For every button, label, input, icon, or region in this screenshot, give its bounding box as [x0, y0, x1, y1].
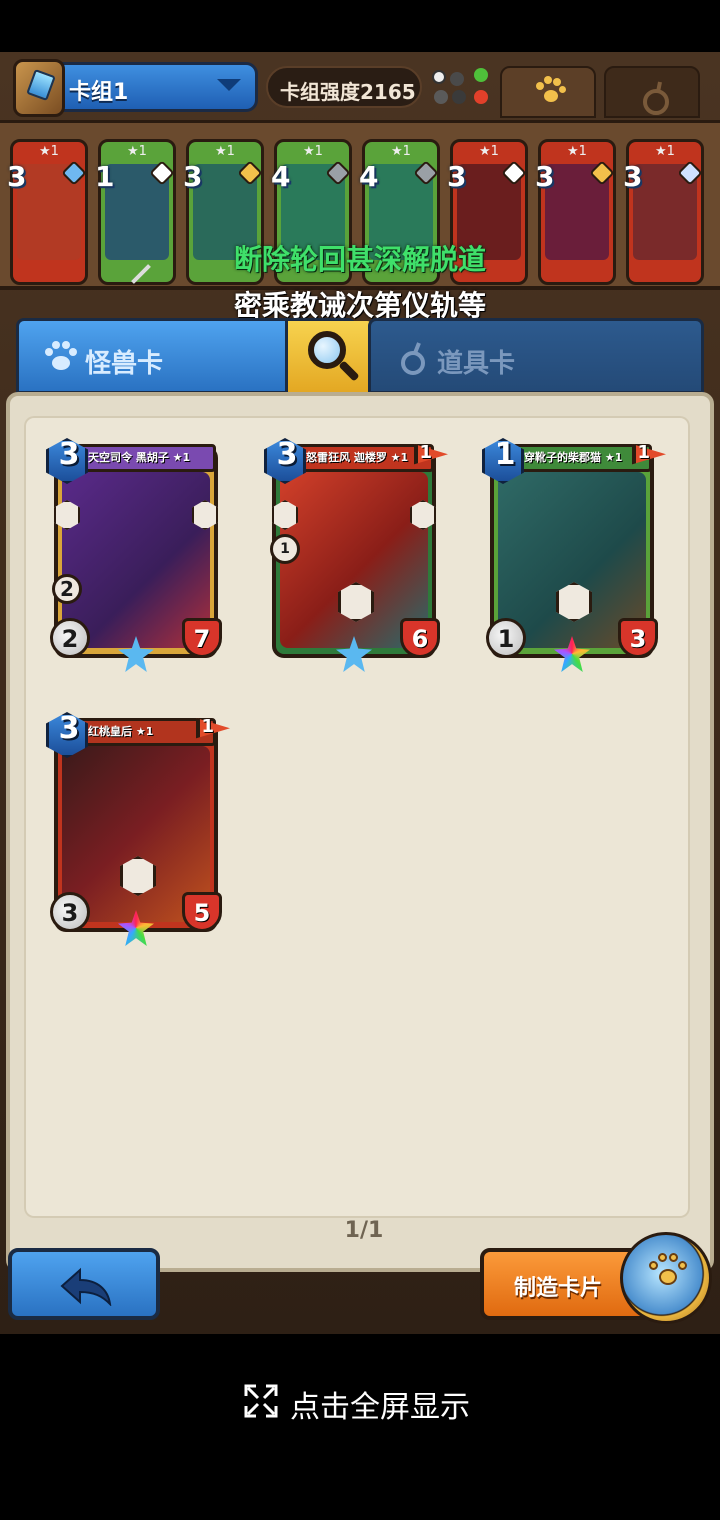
card-name: 红桃皇后 ★1: [88, 725, 154, 738]
deck-book-icon: [13, 59, 65, 117]
flag-value: 1: [201, 716, 214, 737]
card-name: 天空司令 黑胡子 ★1: [88, 451, 191, 464]
tab-monster-cards[interactable]: 怪兽卡: [16, 318, 373, 394]
health-value: 3: [629, 625, 647, 653]
shadow-icon: [450, 72, 464, 86]
element-filter-icons[interactable]: [428, 68, 498, 108]
paw-icon: [649, 1253, 689, 1291]
card-cost: 3: [447, 160, 467, 193]
monster-card[interactable]: 怒雷狂风 迦楼罗 ★1 3 1 1 6: [264, 438, 448, 672]
card-stars: ★1: [303, 144, 323, 159]
health-stat: 6: [400, 618, 440, 658]
card-cost: 3: [183, 160, 203, 193]
subtitle-line-1: 断除轮回甚深解脱道: [233, 243, 486, 276]
deck-strength-badge: 卡组强度2165: [266, 66, 422, 108]
card-cost: 4: [359, 160, 379, 193]
card-cost: 3: [535, 160, 555, 193]
attack-value: 2: [61, 625, 79, 653]
make-card-label: 制造卡片: [514, 1276, 603, 1301]
attack-stat: 1: [486, 618, 526, 658]
card-name: 穿靴子的柴郡猫 ★1: [524, 451, 623, 464]
deck-name: 卡组1: [69, 80, 129, 105]
attack-stat: 2: [50, 618, 90, 658]
deck-selector[interactable]: 卡组1: [13, 59, 258, 117]
health-value: 7: [193, 625, 211, 653]
page-indicator: 1/1: [344, 1218, 384, 1243]
monster-card[interactable]: 红桃皇后 ★1 3 1 3 5: [46, 712, 230, 946]
tab-monster-label: 怪兽卡: [85, 349, 164, 379]
game-screen: 卡组1 卡组强度2165 ★1 3 ★1 1 ★1 3 ★1 4 ★1 4 ★1…: [0, 52, 720, 1334]
card-cost: 3: [58, 437, 80, 472]
attack-value: 1: [497, 625, 515, 653]
card-stars: ★1: [391, 144, 411, 159]
search-handle: [338, 360, 360, 382]
flag-value: 1: [637, 442, 650, 463]
card-cost: 3: [623, 160, 643, 193]
health-stat: 7: [182, 618, 222, 658]
card-stars: ★1: [215, 144, 235, 159]
chevron-down-icon: [217, 79, 241, 91]
card-cost: 4: [271, 160, 291, 193]
card-name: 怒雷狂风 迦楼罗 ★1: [306, 451, 409, 464]
paw-icon: [45, 341, 77, 370]
back-button[interactable]: [8, 1248, 160, 1320]
card-stars: ★1: [479, 144, 499, 159]
flag-value: 1: [419, 442, 432, 463]
dice-stat: 2: [52, 574, 82, 604]
paw-icon: [536, 76, 566, 106]
card-stars: ★1: [567, 144, 587, 159]
neutral-icon: [432, 70, 446, 84]
card-stars: ★1: [39, 144, 59, 159]
tab-item-deck[interactable]: [604, 66, 700, 118]
fullscreen-label[interactable]: 点击全屏显示: [290, 1382, 470, 1426]
side-stat: 1: [270, 534, 300, 564]
card-cost: 1: [494, 437, 516, 472]
dark-icon: [452, 90, 466, 104]
health-stat: 3: [618, 618, 658, 658]
tab-monster-deck[interactable]: [500, 66, 596, 118]
attack-value: 3: [61, 899, 79, 927]
health-value: 5: [193, 899, 211, 927]
monster-card[interactable]: 穿靴子的柴郡猫 ★1 1 1 1 3: [482, 438, 666, 672]
back-arrow-icon: [60, 1267, 112, 1306]
card-stars: ★1: [655, 144, 675, 159]
deck-strength: 卡组强度2165: [280, 80, 416, 104]
beast-icon: [434, 90, 448, 104]
health-stat: 5: [182, 892, 222, 932]
search-button[interactable]: [285, 321, 373, 393]
card-cost: 1: [95, 160, 115, 193]
attack-stat: 3: [50, 892, 90, 932]
health-value: 6: [411, 625, 429, 653]
potion-icon: [643, 81, 669, 115]
card-stars: ★1: [127, 144, 147, 159]
tab-item-cards[interactable]: 道具卡: [368, 318, 704, 394]
fullscreen-icon[interactable]: [244, 1384, 278, 1418]
card-cost: 3: [58, 711, 80, 746]
card-collection-panel: 天空司令 黑胡子 ★1 3 2 2 7 怒雷狂风 迦楼罗 ★1 3 1 1 6: [6, 392, 714, 1272]
monster-card[interactable]: 天空司令 黑胡子 ★1 3 2 2 7: [46, 438, 222, 672]
card-jar-icon[interactable]: [620, 1232, 712, 1324]
card-cost: 3: [7, 160, 27, 193]
card-cost: 3: [276, 437, 298, 472]
potion-icon: [401, 342, 425, 375]
nature-icon: [474, 68, 488, 82]
tab-item-label: 道具卡: [437, 349, 516, 379]
fire-icon: [474, 90, 488, 104]
